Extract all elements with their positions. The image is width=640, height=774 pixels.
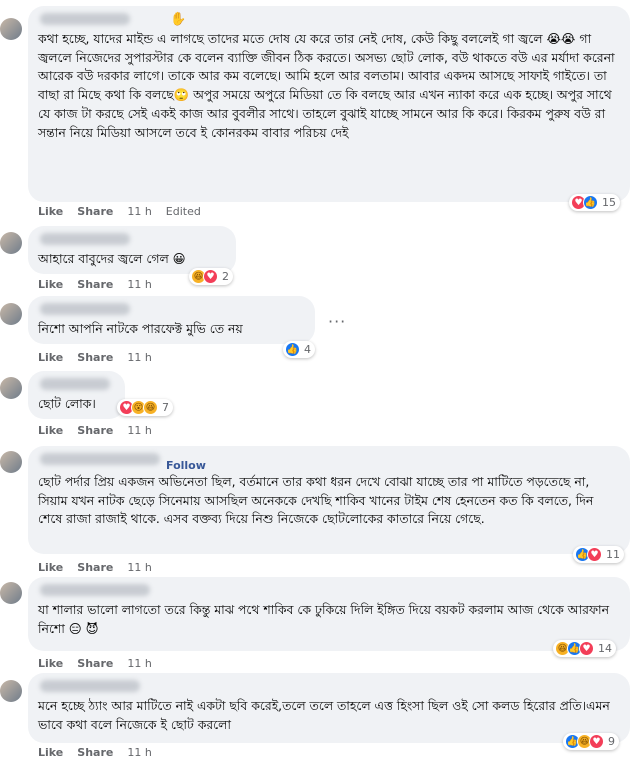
timestamp[interactable]: 11 h	[127, 657, 151, 670]
comment-text: মনে হচ্ছে ঠ্যাং আর মাটিতে নাই একটা ছবি ক…	[38, 698, 610, 732]
comment-actions: Like Share 11 h	[38, 746, 152, 759]
edited-label: Edited	[165, 205, 201, 218]
comment-text: যা শালার ভালো লাগতো তরে কিন্তু মাঝ পথে শ…	[38, 602, 609, 636]
share-button[interactable]: Share	[77, 657, 113, 670]
share-button[interactable]: Share	[77, 278, 113, 291]
follow-button[interactable]: Follow	[166, 459, 206, 472]
laughing-face-icon: 😆	[143, 400, 158, 415]
more-options-icon[interactable]: ···	[328, 312, 346, 331]
timestamp[interactable]: 11 h	[127, 424, 151, 437]
reaction-summary[interactable]: ♥ 😮 😆 7	[117, 399, 173, 416]
comment-bubble: আহারে বাবুদের জ্বলে গেল 😀	[28, 226, 236, 274]
comment-actions: Like Share 11 h	[38, 561, 152, 574]
commenter-name[interactable]	[40, 453, 160, 465]
comment-text: নিশো আপনি নাটকে পারফেক্ট মুভি তে নয়	[38, 321, 243, 336]
reaction-count: 9	[608, 735, 615, 748]
avatar[interactable]	[0, 680, 22, 702]
comment-bubble: কথা হচ্ছে, যাদের মাইন্ড এ লাগছে তাদের মত…	[28, 6, 630, 202]
timestamp[interactable]: 11 h	[127, 278, 151, 291]
comment-actions: Like Share 11 h	[38, 278, 152, 291]
comment-bubble: যা শালার ভালো লাগতো তরে কিন্তু মাঝ পথে শ…	[28, 577, 630, 651]
comment-bubble: ছোট লোক।	[28, 371, 125, 419]
timestamp[interactable]: 11 h	[127, 561, 151, 574]
commenter-name[interactable]	[40, 13, 130, 25]
share-button[interactable]: Share	[77, 205, 113, 218]
timestamp[interactable]: 11 h	[127, 205, 151, 218]
comment-bubble: Follow ছোট পর্দার প্রিয় একজন অভিনেতা ছি…	[28, 446, 630, 554]
like-button[interactable]: Like	[38, 278, 63, 291]
avatar[interactable]	[0, 377, 22, 399]
comment-actions: Like Share 11 h	[38, 351, 152, 364]
share-button[interactable]: Share	[77, 746, 113, 759]
avatar[interactable]	[0, 18, 22, 40]
comment-actions: Like Share 11 h	[38, 657, 152, 670]
comment-actions: Like Share 11 h Edited	[38, 205, 201, 218]
heart-icon: ♥	[587, 547, 602, 562]
comment-text: ছোট পর্দার প্রিয় একজন অভিনেতা ছিল, বর্ত…	[38, 474, 594, 527]
reaction-count: 4	[304, 343, 311, 356]
share-button[interactable]: Share	[77, 424, 113, 437]
reaction-summary[interactable]: 😆 👍 ♥ 14	[553, 640, 616, 657]
avatar[interactable]	[0, 451, 22, 473]
commenter-name[interactable]	[40, 680, 140, 692]
comment-actions: Like Share 11 h	[38, 424, 152, 437]
timestamp[interactable]: 11 h	[127, 746, 151, 759]
reaction-count: 14	[598, 642, 612, 655]
reaction-count: 11	[606, 548, 620, 561]
reaction-count: 15	[602, 196, 616, 209]
avatar[interactable]	[0, 303, 22, 325]
commenter-name[interactable]	[40, 378, 110, 390]
share-button[interactable]: Share	[77, 351, 113, 364]
comment-bubble: নিশো আপনি নাটকে পারফেক্ট মুভি তে নয়	[28, 296, 315, 344]
reaction-count: 2	[222, 270, 229, 283]
commenter-name[interactable]	[40, 233, 130, 245]
like-button[interactable]: Like	[38, 746, 63, 759]
like-button[interactable]: Like	[38, 561, 63, 574]
reaction-summary[interactable]: 👍 ♥ 11	[573, 546, 624, 563]
heart-icon: ♥	[579, 641, 594, 656]
waving-hand-icon: ✋	[170, 12, 187, 27]
share-button[interactable]: Share	[77, 561, 113, 574]
heart-icon: ♥	[203, 269, 218, 284]
like-button[interactable]: Like	[38, 424, 63, 437]
comment-bubble: মনে হচ্ছে ঠ্যাং আর মাটিতে নাই একটা ছবি ক…	[28, 673, 630, 743]
like-button[interactable]: Like	[38, 205, 63, 218]
comment-text: আহারে বাবুদের জ্বলে গেল 😀	[38, 251, 186, 266]
commenter-name[interactable]	[40, 584, 150, 596]
reaction-count: 7	[162, 401, 169, 414]
like-button[interactable]: Like	[38, 351, 63, 364]
reaction-summary[interactable]: 😆 ♥ 2	[189, 268, 233, 285]
avatar[interactable]	[0, 582, 22, 604]
like-button[interactable]: Like	[38, 657, 63, 670]
timestamp[interactable]: 11 h	[127, 351, 151, 364]
thumbs-up-icon: 👍	[583, 195, 598, 210]
reaction-summary[interactable]: 👍 😆 ♥ 9	[563, 733, 619, 750]
thumbs-up-icon: 👍	[285, 342, 300, 357]
comment-text: কথা হচ্ছে, যাদের মাইন্ড এ লাগছে তাদের মত…	[38, 31, 615, 140]
reaction-summary[interactable]: ♥ 👍 15	[569, 194, 620, 211]
avatar[interactable]	[0, 232, 22, 254]
commenter-name[interactable]	[40, 303, 130, 315]
comment-text: ছোট লোক।	[38, 396, 96, 411]
heart-icon: ♥	[589, 734, 604, 749]
reaction-summary[interactable]: 👍 4	[283, 341, 315, 358]
